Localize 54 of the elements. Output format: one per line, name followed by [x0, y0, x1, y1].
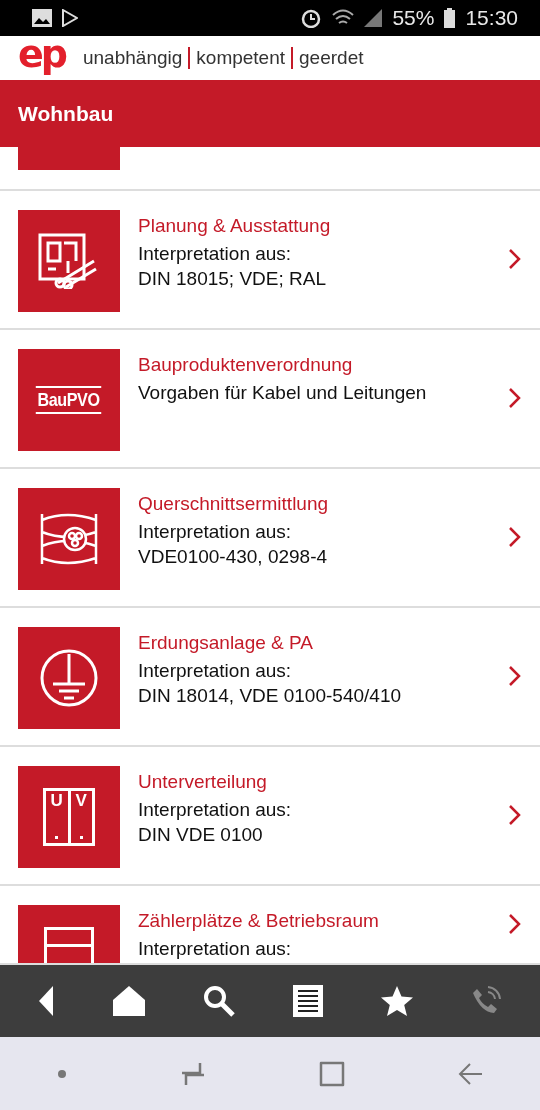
cable-cross-section-icon	[39, 512, 99, 566]
item-title: Unterverteilung	[138, 771, 268, 793]
signal-icon	[364, 9, 383, 27]
dot-icon[interactable]	[56, 1068, 67, 1079]
home-icon	[113, 986, 145, 1016]
back-icon	[39, 986, 55, 1016]
item-description: Interpretation aus:	[138, 521, 293, 543]
list-item[interactable]: BauPVO Bauproduktenverordnung Vorgaben für Kabel und Leitungen	[0, 330, 540, 469]
chevron-icon	[508, 804, 522, 826]
phone-icon	[471, 986, 501, 1016]
slogan-word: unabhängig	[83, 47, 183, 69]
slogan-word: kompetent	[196, 47, 286, 69]
item-description: Interpretation aus:	[138, 799, 293, 821]
list-icon	[293, 985, 323, 1017]
item-description: Vorgaben für Kabel und Leitungen	[138, 382, 428, 404]
page-title: Wohnbau	[18, 101, 114, 126]
list-item[interactable]: Planung & Ausstattung Interpretation aus: DIN 18015; VDE; RAL	[0, 191, 540, 330]
item-description: DIN VDE 0100	[138, 824, 264, 846]
wifi-icon	[332, 9, 355, 27]
item-title: Erdungsanlage & PA	[138, 632, 314, 654]
home-square-icon[interactable]	[318, 1060, 345, 1087]
logo: ep	[18, 35, 65, 73]
item-description: Interpretation aus:	[138, 660, 293, 682]
slogan-word: geerdet	[299, 47, 364, 69]
item-description: Interpretation aus:	[138, 938, 293, 960]
distribution-cabinet-icon: U V	[43, 788, 95, 846]
item-title: Querschnittsermittlung	[138, 493, 330, 515]
baupvo-label: BauPVO	[36, 386, 102, 414]
item-description: DIN 18015; VDE; RAL	[138, 268, 327, 290]
item-description: DIN 18014, VDE 0100-540/410	[138, 685, 402, 707]
chevron-icon	[508, 248, 522, 270]
battery-icon	[444, 8, 456, 28]
list-item[interactable]: Erdungsanlage & PA Interpretation aus: DIN 18014, VDE 0100-540/410	[0, 608, 540, 747]
chevron-icon	[508, 913, 522, 935]
list-item[interactable]: U V Unterverteilung Interpretation aus: DIN VDE 0100	[0, 747, 540, 886]
item-title: Zählerplätze & Betriebsraum	[138, 910, 380, 932]
image-icon	[32, 9, 52, 27]
play-icon	[62, 9, 78, 27]
clock: 15:30	[465, 6, 518, 30]
search-icon	[203, 985, 235, 1017]
list-item[interactable]: Querschnittsermittlung Interpretation aus: VDE0100-430, 0298-4	[0, 469, 540, 608]
back-arrow-icon[interactable]	[457, 1060, 484, 1087]
star-icon	[381, 986, 413, 1016]
item-title: Planung & Ausstattung	[138, 215, 332, 237]
recent-apps-icon[interactable]	[179, 1060, 206, 1087]
ground-symbol-icon	[39, 648, 99, 708]
alarm-icon	[300, 8, 323, 28]
chevron-icon	[508, 387, 522, 409]
item-description: Interpretation aus:	[138, 243, 293, 265]
item-title: Bauproduktenverordnung	[138, 354, 354, 376]
chevron-icon	[508, 526, 522, 548]
chevron-icon	[508, 665, 522, 687]
item-description: VDE0100-430, 0298-4	[138, 546, 329, 568]
battery-percent: 55%	[392, 6, 435, 30]
